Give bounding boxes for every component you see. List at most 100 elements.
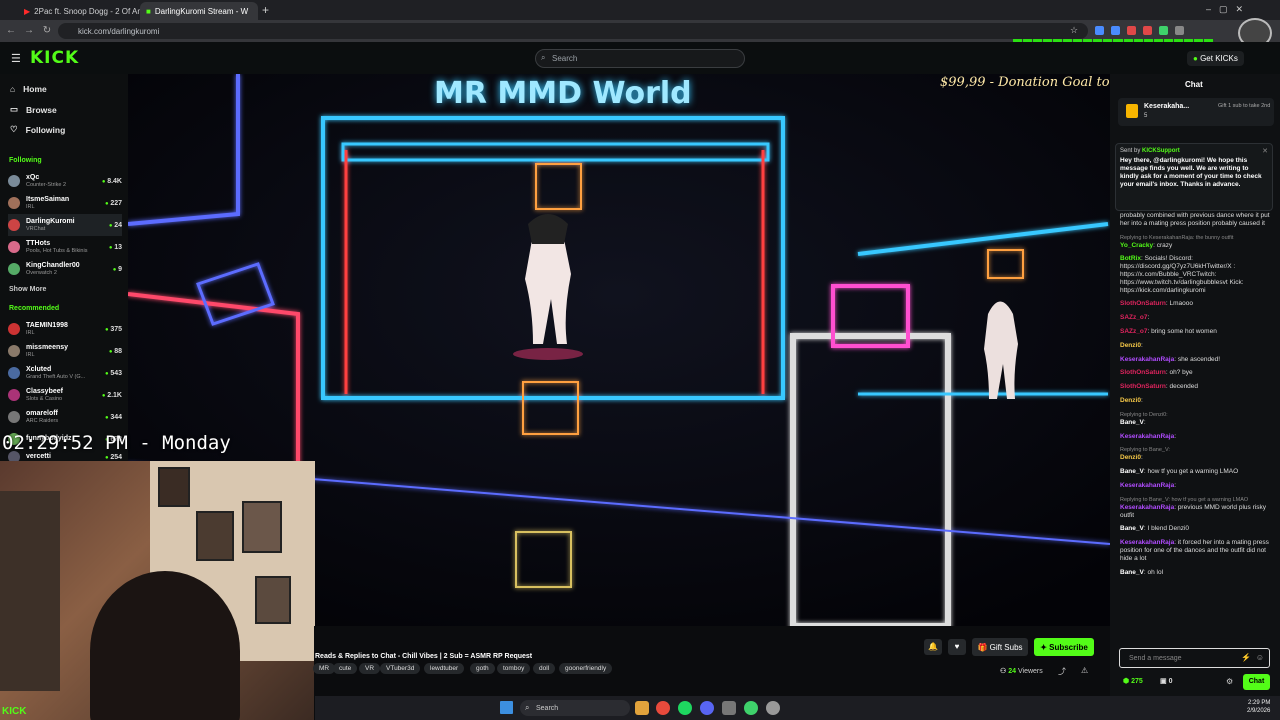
stream-tag[interactable]: goonerfriendly — [559, 663, 613, 674]
sidebar-channel[interactable]: ItsmeSaimanIRL 227 — [8, 192, 122, 214]
chat-message[interactable]: Bane_V: — [1120, 419, 1272, 427]
stream-tag[interactable]: VR — [359, 663, 381, 674]
sidebar-channel[interactable]: omareloffARC Raiders 344 — [8, 406, 122, 428]
chat-message[interactable]: probably combined with previous dance wh… — [1120, 212, 1272, 228]
search-input[interactable]: ⌕ Search — [535, 49, 745, 68]
chat-message[interactable]: SAZz_o7: — [1120, 314, 1272, 322]
sidebar-channel[interactable]: TTHotsPools, Hot Tubs & Bikinis 13 — [8, 236, 122, 258]
sidebar-item-browse[interactable]: ▭ Browse — [10, 104, 57, 115]
chat-username[interactable]: SAZz_o7 — [1120, 328, 1147, 335]
chat-username[interactable]: KeserakahanRaja — [1120, 539, 1174, 546]
stream-tag[interactable]: MR — [313, 663, 336, 674]
extension-icon[interactable] — [1095, 26, 1104, 35]
extension-icon[interactable] — [1111, 26, 1120, 35]
windows-start-icon[interactable] — [500, 701, 513, 714]
chrome-icon[interactable] — [656, 701, 670, 715]
sidebar-channel[interactable]: xQcCounter-Strike 2 8.4K — [8, 170, 122, 192]
tab-music[interactable]: ▶ 2Pac ft. Snoop Dogg - 2 Of Am — [18, 2, 140, 20]
chat-username[interactable]: SAZz_o7 — [1120, 314, 1147, 321]
chat-username[interactable]: Bane_V — [1120, 468, 1144, 475]
channel-points[interactable]: ⬢ 275 — [1123, 677, 1143, 685]
chat-username[interactable]: SlothOnSaturn — [1120, 383, 1166, 390]
url-field[interactable]: kick.com/darlingkuromi — [58, 23, 1088, 39]
sidebar-channel[interactable]: KingChandler00Overwatch 2 9 — [8, 258, 122, 280]
gift-subs-button[interactable]: 🎁 Gift Subs — [972, 638, 1028, 656]
show-more-link[interactable]: Show More — [9, 286, 46, 293]
extension-icon[interactable] — [1175, 26, 1184, 35]
chat-message[interactable]: KeserakahanRaja: she ascended! — [1120, 356, 1272, 364]
chat-username[interactable]: KeserakahanRaja — [1120, 504, 1174, 511]
sidebar-channel[interactable]: TAEMIN1998IRL 375 — [8, 318, 122, 340]
emote-icon[interactable]: ⚡ — [1241, 653, 1251, 662]
share-icon[interactable]: ⤴ — [1058, 666, 1066, 677]
taskbar-search[interactable]: ⌕ Search — [520, 700, 630, 716]
chat-message[interactable]: SAZz_o7: bring some hot women — [1120, 328, 1272, 336]
chat-message[interactable]: Bane_V: oh lol — [1120, 569, 1272, 577]
back-icon[interactable]: ← — [4, 24, 18, 38]
stream-tag[interactable]: goth — [470, 663, 495, 674]
chat-username[interactable]: KeserakahanRaja — [1120, 433, 1174, 440]
chat-username[interactable]: Bane_V — [1120, 525, 1144, 532]
sidebar-channel[interactable]: XclutedGrand Theft Auto V (G... 543 — [8, 362, 122, 384]
chat-username[interactable]: SlothOnSaturn — [1120, 300, 1166, 307]
chat-message[interactable]: Bane_V: how tf you get a warning LMAO — [1120, 468, 1272, 476]
chat-message[interactable]: SlothOnSaturn: Lmaooo — [1120, 300, 1272, 308]
kick-logo[interactable]: KICK — [30, 48, 79, 68]
sidebar-channel[interactable]: ClassybeefSlots & Casino 2.1K — [8, 384, 122, 406]
chat-username[interactable]: Denzi0 — [1120, 397, 1141, 404]
chat-username[interactable]: Bane_V — [1120, 569, 1144, 576]
chat-message-input[interactable]: Send a message ⚡ ☺ — [1119, 648, 1270, 668]
chat-message[interactable]: Denzi0: — [1120, 454, 1272, 462]
chat-send-button[interactable]: Chat — [1243, 674, 1270, 690]
tab-kick[interactable]: ■ DarlingKuromi Stream - W — [140, 2, 258, 20]
emoji-icon[interactable]: ☺ — [1256, 653, 1264, 662]
report-icon[interactable]: ⚠ — [1081, 666, 1088, 675]
extension-icon[interactable] — [1127, 26, 1136, 35]
stream-tag[interactable]: doll — [533, 663, 556, 674]
extension-icon[interactable] — [1159, 26, 1168, 35]
chat-username[interactable]: SlothOnSaturn — [1120, 369, 1166, 376]
stream-tag[interactable]: cute — [333, 663, 358, 674]
chat-username[interactable]: Yo_Cracky — [1120, 242, 1153, 249]
app-icon[interactable] — [722, 701, 736, 715]
chat-message[interactable]: Bane_V: I blend Denzi0 — [1120, 525, 1272, 533]
forward-icon[interactable]: → — [22, 24, 36, 38]
chat-message[interactable]: SlothOnSaturn: decended — [1120, 383, 1272, 391]
close-icon[interactable]: ✕ — [1262, 147, 1268, 155]
chat-message[interactable]: Denzi0: — [1120, 342, 1272, 350]
chat-message[interactable]: KeserakahanRaja: it forced her into a ma… — [1120, 539, 1272, 562]
chat-message[interactable]: SlothOnSaturn: oh? bye — [1120, 369, 1272, 377]
chat-username[interactable]: KeserakahanRaja — [1120, 356, 1174, 363]
chat-count[interactable]: ▣ 0 — [1160, 677, 1172, 685]
stream-tag[interactable]: lewdtuber — [424, 663, 465, 674]
chat-username[interactable]: Bane_V — [1120, 419, 1144, 426]
file-explorer-icon[interactable] — [635, 701, 649, 715]
get-kicks-button[interactable]: ● Get KICKs — [1187, 51, 1244, 66]
chat-message[interactable]: KeserakahanRaja: — [1120, 433, 1272, 441]
chat-settings-gear-icon[interactable]: ⚙ — [1226, 677, 1233, 686]
spotify-icon[interactable] — [678, 701, 692, 715]
discord-icon[interactable] — [700, 701, 714, 715]
stream-tag[interactable]: tomboy — [497, 663, 531, 674]
bookmark-star-icon[interactable]: ☆ — [1070, 25, 1078, 36]
pinned-gift-banner[interactable]: Keserakaha... 5 Gift 1 sub to take 2nd — [1118, 98, 1274, 126]
new-tab-icon[interactable]: + — [262, 3, 269, 17]
sidebar-channel[interactable]: missmeensyIRL 88 — [8, 340, 122, 362]
chat-username[interactable]: Denzi0 — [1120, 454, 1141, 461]
follow-heart-icon[interactable]: ♥ — [948, 639, 966, 655]
chat-username[interactable]: Denzi0 — [1120, 342, 1141, 349]
window-controls[interactable]: ‒▢✕ — [1206, 4, 1251, 15]
chat-message[interactable]: Yo_Cracky: crazy — [1120, 242, 1272, 250]
chat-message[interactable]: KeserakahanRaja: — [1120, 482, 1272, 490]
chat-message[interactable]: Denzi0: — [1120, 397, 1272, 405]
app-icon[interactable] — [766, 701, 780, 715]
extension-icon[interactable] — [1143, 26, 1152, 35]
chat-username[interactable]: KeserakahanRaja — [1120, 482, 1174, 489]
notification-bell-icon[interactable]: 🔔 — [924, 639, 942, 655]
chat-username[interactable]: BotRix — [1120, 255, 1141, 262]
app-icon[interactable] — [744, 701, 758, 715]
chat-message[interactable]: KeserakahanRaja: previous MMD world plus… — [1120, 504, 1272, 520]
sidebar-channel[interactable]: DarlingKuromiVRChat 24 — [8, 214, 122, 236]
stream-tag[interactable]: VTuber3d — [380, 663, 421, 674]
subscribe-button[interactable]: ✦ Subscribe — [1034, 638, 1094, 656]
